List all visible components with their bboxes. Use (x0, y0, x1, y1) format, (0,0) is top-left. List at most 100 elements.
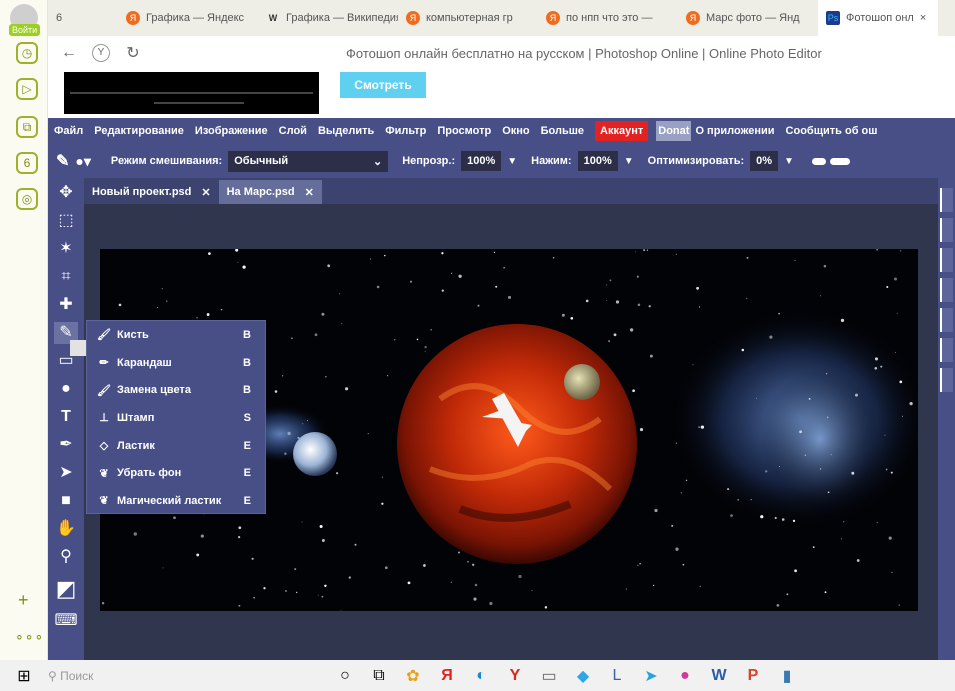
keyboard-icon[interactable]: ⌨ (54, 610, 78, 632)
clock-icon[interactable]: ◷ (16, 42, 38, 64)
color-swatch-icon[interactable]: ◩ (54, 578, 78, 600)
panel-history-icon[interactable] (940, 188, 953, 212)
paint-icon[interactable]: L (600, 667, 634, 685)
telegram-icon[interactable]: ➤ (634, 666, 668, 686)
menu-view[interactable]: Просмотр (437, 125, 491, 137)
panel-adjust-icon[interactable] (940, 248, 953, 272)
cortana-icon[interactable]: ○ (328, 667, 362, 685)
blend-mode-select[interactable]: Обычный ⌄ (228, 150, 389, 172)
move-tool-icon[interactable]: ✥ (54, 182, 78, 204)
privacy-icon[interactable]: ◎ (16, 188, 38, 210)
copy-icon[interactable]: ⧉ (16, 116, 38, 138)
panel-image-icon[interactable] (940, 368, 953, 392)
pinwheel-app-icon[interactable]: ✿ (396, 666, 430, 686)
store-icon[interactable]: ▭ (532, 666, 566, 686)
yandex-protect-icon[interactable]: Y (92, 44, 110, 62)
ad-banner[interactable] (64, 72, 319, 114)
taskbar-search-input[interactable]: ⚲ Поиск (48, 669, 328, 683)
path-select-tool-icon[interactable]: ➤ (54, 462, 78, 484)
close-tab-icon[interactable]: × (920, 12, 926, 24)
app-icon[interactable]: ▮ (770, 666, 804, 686)
pressure-input[interactable]: 100% (577, 151, 618, 171)
menu-window[interactable]: Окно (502, 125, 529, 137)
add-icon[interactable]: + (18, 590, 29, 611)
star (639, 563, 641, 565)
edge-icon[interactable]: ◐ (464, 667, 498, 685)
powerpoint-icon[interactable]: P (736, 667, 770, 685)
menu-about[interactable]: О приложении (695, 125, 774, 137)
back-button[interactable]: ← (56, 44, 82, 62)
document-tab-active[interactable]: На Марс.psd ✕ (218, 180, 322, 204)
browser-tab[interactable]: W Графика — Википедия (258, 0, 398, 36)
menu-select[interactable]: Выделить (318, 125, 374, 137)
document-tab[interactable]: Новый проект.psd ✕ (84, 180, 219, 204)
text-tool-icon[interactable]: T (54, 406, 78, 428)
pen-tool-icon[interactable]: ✒ (54, 434, 78, 456)
flyout-item-color-replace[interactable]: 🖌 Замена цвета B (87, 376, 265, 404)
zoom-tool-icon[interactable]: ⚲ (54, 546, 78, 568)
shape-tool-icon[interactable]: ■ (54, 490, 78, 512)
yandex-app-icon[interactable]: Я (430, 667, 464, 685)
toggle-icon[interactable] (811, 157, 826, 165)
brush-preset-icon[interactable]: ✎ (56, 151, 69, 171)
menu-edit[interactable]: Редактирование (94, 125, 184, 137)
pressure-dropdown-icon[interactable]: ▼ (624, 156, 634, 167)
account-button[interactable]: Аккаунт (595, 121, 649, 141)
menu-image[interactable]: Изображение (195, 125, 268, 137)
flyout-item-magic-eraser[interactable]: ❦ Магический ластик E (87, 487, 265, 515)
panel-text-icon[interactable] (940, 278, 953, 302)
counter-icon[interactable]: 6 (16, 152, 38, 174)
brush-size-icon[interactable]: ●▾ (75, 153, 90, 170)
page-title[interactable]: Фотошоп онлайн бесплатно на русском | Ph… (346, 46, 822, 61)
star (384, 566, 388, 570)
windows-start-icon[interactable]: ⊞ (0, 666, 48, 686)
optimize-label: Оптимизировать: (647, 155, 745, 167)
browser-tab-active[interactable]: Ps Фотошоп онл × (818, 0, 938, 36)
close-icon[interactable]: ✕ (201, 186, 210, 199)
donate-button[interactable]: Donat (656, 121, 692, 141)
menu-layer[interactable]: Слой (279, 125, 307, 137)
crop-tool-icon[interactable]: ⌗ (54, 266, 78, 288)
menu-more[interactable]: Больше (541, 125, 584, 137)
blur-tool-icon[interactable]: ● (54, 378, 78, 400)
star (643, 249, 646, 252)
browser-tab[interactable]: 6 (48, 0, 118, 36)
optimize-dropdown-icon[interactable]: ▼ (784, 156, 794, 167)
panel-brush-icon[interactable] (940, 308, 953, 332)
opacity-input[interactable]: 100% (461, 151, 502, 171)
3d-app-icon[interactable]: ◆ (566, 666, 600, 686)
close-icon[interactable]: ✕ (305, 186, 314, 199)
flyout-item-brush[interactable]: 🖌 Кисть B (87, 321, 265, 349)
menu-report[interactable]: Сообщить об ош (786, 125, 878, 137)
task-view-icon[interactable]: ⧉ (362, 667, 396, 685)
panel-css-icon[interactable] (940, 338, 953, 362)
browser-tab[interactable]: Я Графика — Яндекс (118, 0, 258, 36)
menu-file[interactable]: Файл (54, 125, 83, 137)
browser-tab[interactable]: Япо нпп что это — (538, 0, 678, 36)
word-icon[interactable]: W (702, 667, 736, 685)
browser-tab[interactable]: Якомпьютерная гр (398, 0, 538, 36)
more-icon[interactable]: ∘∘∘ (15, 628, 44, 645)
browser-tab[interactable]: Я Марс фото — Янд (678, 0, 818, 36)
menu-filter[interactable]: Фильтр (385, 125, 426, 137)
refresh-button[interactable]: ↻ (120, 43, 146, 63)
panel-layers-icon[interactable] (940, 218, 953, 242)
marquee-tool-icon[interactable]: ⬚ (54, 210, 78, 232)
watch-button[interactable]: Смотреть (340, 72, 426, 98)
hand-tool-icon[interactable]: ✋ (54, 518, 78, 540)
star (909, 401, 913, 406)
flyout-item-stamp[interactable]: ⊥ Штамп S (87, 404, 265, 432)
healing-tool-icon[interactable]: ✚ (54, 294, 78, 316)
flyout-item-eraser[interactable]: ◇ Ластик E (87, 432, 265, 460)
flyout-item-background-eraser[interactable]: ❦ Убрать фон E (87, 459, 265, 487)
optimize-input[interactable]: 0% (750, 151, 779, 171)
toggle-icon[interactable] (829, 157, 850, 165)
star (698, 426, 700, 428)
magic-wand-tool-icon[interactable]: ✶ (54, 238, 78, 260)
flyout-item-pencil[interactable]: ✏ Карандаш B (87, 349, 265, 377)
play-icon[interactable]: ▷ (16, 78, 38, 100)
yandex-browser-icon[interactable]: Y (498, 667, 532, 685)
opacity-dropdown-icon[interactable]: ▼ (507, 156, 517, 167)
paint3d-icon[interactable]: ● (668, 667, 702, 685)
login-button[interactable]: Войти (9, 24, 41, 36)
